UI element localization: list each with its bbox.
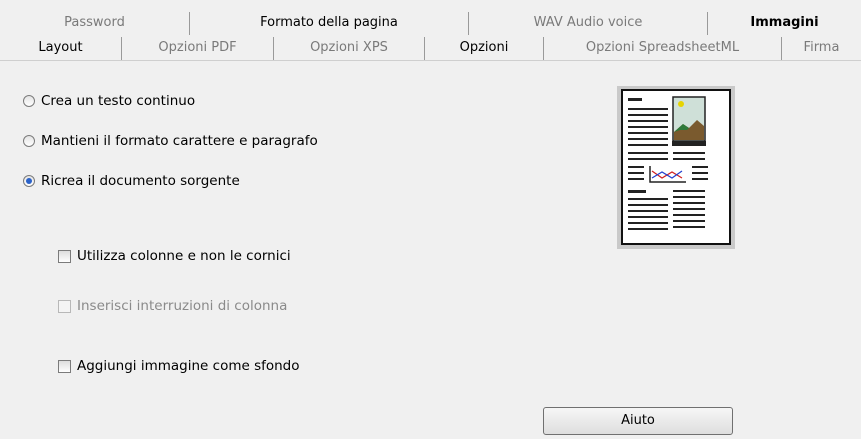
tab-row-top: Password Formato della pagina WAV Audio … (0, 12, 861, 35)
radio-button-icon[interactable] (23, 135, 35, 147)
radio-continuous-text-label: Crea un testo continuo (41, 93, 196, 109)
checkbox-column-breaks: Inserisci interruzioni di colonna (58, 298, 287, 314)
checkbox-image-background-label: Aggiungi immagine come sfondo (77, 358, 300, 374)
help-button[interactable]: Aiuto (543, 407, 733, 435)
checkbox-icon[interactable] (58, 249, 71, 263)
radio-button-checked-icon[interactable] (23, 175, 35, 187)
tab-page-format[interactable]: Formato della pagina (190, 12, 469, 35)
radio-keep-format-label: Mantieni il formato carattere e paragraf… (41, 133, 318, 149)
checkbox-icon[interactable] (58, 359, 71, 373)
radio-recreate-source[interactable]: Ricrea il documento sorgente (23, 173, 240, 189)
radio-button-icon[interactable] (23, 95, 35, 107)
tab-signature[interactable]: Firma (782, 37, 861, 60)
tab-spreadsheetml-options[interactable]: Opzioni SpreadsheetML (544, 37, 782, 60)
checkbox-image-background[interactable]: Aggiungi immagine come sfondo (58, 358, 300, 374)
tab-divider (0, 60, 861, 61)
document-preview-icon (621, 89, 731, 245)
tab-password[interactable]: Password (0, 12, 190, 35)
radio-keep-format[interactable]: Mantieni il formato carattere e paragraf… (23, 133, 318, 149)
tab-xps-options[interactable]: Opzioni XPS (274, 37, 425, 60)
tab-layout[interactable]: Layout (0, 37, 122, 60)
tab-row-bottom: Layout Opzioni PDF Opzioni XPS Opzioni O… (0, 37, 861, 60)
radio-continuous-text[interactable]: Crea un testo continuo (23, 93, 195, 109)
checkbox-use-columns[interactable]: Utilizza colonne e non le cornici (58, 248, 291, 264)
checkbox-column-breaks-label: Inserisci interruzioni di colonna (77, 298, 288, 314)
layout-preview-image (617, 86, 735, 249)
checkbox-icon (58, 299, 71, 313)
tab-options[interactable]: Opzioni (425, 37, 544, 60)
radio-recreate-source-label: Ricrea il documento sorgente (41, 173, 240, 189)
tab-pdf-options[interactable]: Opzioni PDF (122, 37, 274, 60)
tab-wav-audio-voice[interactable]: WAV Audio voice (469, 12, 708, 35)
tab-images[interactable]: Immagini (708, 12, 861, 35)
checkbox-use-columns-label: Utilizza colonne e non le cornici (77, 248, 291, 264)
